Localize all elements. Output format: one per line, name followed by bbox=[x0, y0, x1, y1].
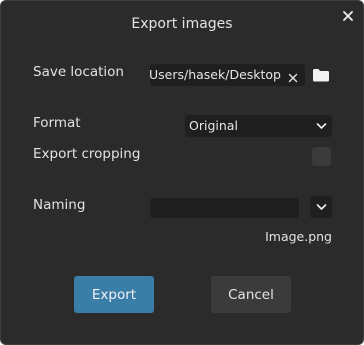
browse-folder-button[interactable] bbox=[312, 67, 330, 83]
naming-label: Naming bbox=[33, 197, 86, 213]
export-images-dialog: Export images Save location /Users/hasek… bbox=[0, 0, 364, 345]
save-location-path: /Users/hasek/Desktop bbox=[150, 67, 281, 82]
naming-preview: Image.png bbox=[265, 229, 332, 244]
save-location-label: Save location bbox=[33, 64, 124, 80]
close-icon bbox=[343, 11, 353, 21]
clear-icon bbox=[288, 73, 298, 83]
export-cropping-label: Export cropping bbox=[33, 146, 141, 162]
clear-path-button[interactable] bbox=[287, 69, 299, 83]
chevron-down-icon bbox=[316, 123, 327, 129]
format-label: Format bbox=[33, 115, 81, 131]
export-button[interactable]: Export bbox=[74, 276, 154, 313]
export-cropping-checkbox[interactable] bbox=[312, 147, 331, 166]
naming-input[interactable] bbox=[150, 198, 299, 218]
chevron-down-icon bbox=[316, 204, 327, 210]
format-select[interactable]: Original bbox=[185, 115, 332, 137]
naming-dropdown-button[interactable] bbox=[310, 196, 332, 218]
save-location-field[interactable]: /Users/hasek/Desktop bbox=[150, 64, 305, 86]
format-selected-value: Original bbox=[189, 118, 238, 133]
dialog-title: Export images bbox=[131, 16, 233, 32]
folder-icon bbox=[313, 69, 329, 82]
cancel-button[interactable]: Cancel bbox=[211, 276, 291, 313]
close-button[interactable] bbox=[341, 9, 355, 23]
